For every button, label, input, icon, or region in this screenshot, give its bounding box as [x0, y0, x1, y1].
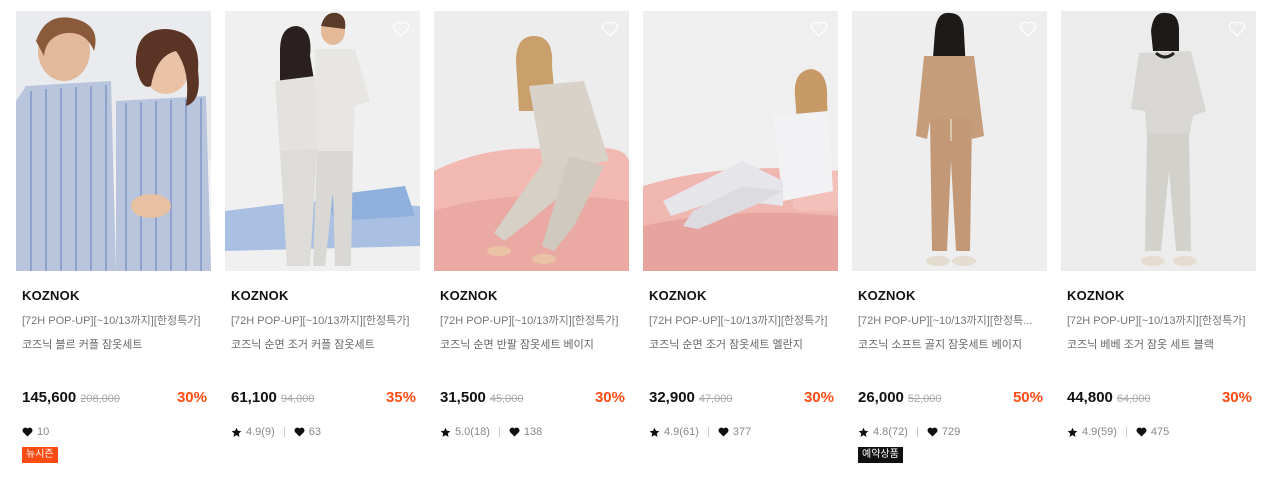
wishlist-heart-icon[interactable] — [1019, 21, 1037, 37]
product-meta: 4.9(59) 475 — [1067, 425, 1169, 439]
product-name[interactable]: 코즈닉 베베 조거 잠옷 세트 블랙 — [1067, 336, 1253, 352]
like-count: 377 — [732, 426, 752, 438]
rating: 5.0(18) — [455, 426, 490, 438]
heart-icon — [927, 427, 938, 437]
sale-price: 31,500 — [440, 389, 486, 406]
product-card[interactable]: KOZNOK [72H POP-UP][~10/13까지][한정특가] 코즈닉 … — [225, 11, 420, 471]
product-meta: 5.0(18) 138 — [440, 425, 542, 439]
wishlist-heart-icon[interactable] — [1228, 21, 1246, 37]
like-count: 475 — [1150, 426, 1170, 438]
product-card[interactable]: KOZNOK [72H POP-UP][~10/13까지][한정특가] 코즈닉 … — [434, 11, 629, 471]
star-icon — [440, 427, 451, 437]
rating: 4.9(59) — [1082, 426, 1117, 438]
discount-rate: 35% — [385, 389, 416, 406]
promo-tag: [72H POP-UP][~10/13까지][한정특가] — [1067, 315, 1246, 327]
promo-tag: [72H POP-UP][~10/13까지][한정특가] — [22, 315, 201, 327]
original-price: 47,000 — [698, 393, 733, 405]
price-row: 26,000 52,000 50% — [858, 389, 1043, 407]
heart-icon — [509, 427, 520, 437]
product-image[interactable] — [643, 11, 838, 271]
star-icon — [1067, 427, 1078, 437]
product-card[interactable]: KOZNOK [72H POP-UP][~10/13까지][한정특가] 코즈닉 … — [1061, 11, 1256, 471]
wishlist-heart-icon[interactable] — [601, 21, 619, 37]
discount-rate: 30% — [176, 389, 207, 406]
product-name[interactable]: 코즈닉 순면 조거 커플 잠옷세트 — [231, 336, 417, 352]
product-meta: 10 — [22, 425, 49, 439]
rating: 4.9(61) — [664, 426, 699, 438]
rating: 4.9(9) — [246, 426, 275, 438]
sale-price: 26,000 — [858, 389, 904, 406]
rating: 4.8(72) — [873, 426, 908, 438]
sale-price: 44,800 — [1067, 389, 1113, 406]
price-row: 32,900 47,000 30% — [649, 389, 834, 407]
like-count: 10 — [37, 426, 50, 438]
discount-rate: 50% — [1012, 389, 1043, 406]
promo-tag: [72H POP-UP][~10/13까지][한정특가] — [440, 315, 619, 327]
star-icon — [649, 427, 660, 437]
promo-tag: [72H POP-UP][~10/13까지][한정특가] — [649, 315, 828, 327]
brand-name[interactable]: KOZNOK — [858, 288, 916, 303]
heart-icon — [718, 427, 729, 437]
original-price: 64,000 — [1116, 393, 1151, 405]
like-count: 138 — [523, 426, 543, 438]
promo-tag: [72H POP-UP][~10/13까지][한정특가] — [231, 315, 410, 327]
brand-name[interactable]: KOZNOK — [22, 288, 80, 303]
product-name[interactable]: 코즈닉 순면 반팔 잠옷세트 베이지 — [440, 336, 626, 352]
product-meta: 4.9(9) 63 — [231, 425, 321, 439]
original-price: 52,000 — [907, 393, 942, 405]
like-count: 63 — [308, 426, 321, 438]
product-name[interactable]: 코즈닉 순면 조거 잠옷세트 멜란지 — [649, 336, 835, 352]
product-image[interactable] — [434, 11, 629, 271]
discount-rate: 30% — [594, 389, 625, 406]
brand-name[interactable]: KOZNOK — [649, 288, 707, 303]
new-season-badge: 뉴시즌 — [22, 447, 58, 463]
product-card[interactable]: KOZNOK [72H POP-UP][~10/13까지][한정특가] 코즈닉 … — [643, 11, 838, 471]
brand-name[interactable]: KOZNOK — [231, 288, 289, 303]
price-row: 145,600 208,000 30% — [22, 389, 207, 407]
original-price: 45,000 — [489, 393, 524, 405]
product-meta: 4.9(61) 377 — [649, 425, 751, 439]
brand-name[interactable]: KOZNOK — [440, 288, 498, 303]
product-image[interactable] — [1061, 11, 1256, 271]
original-price: 94,000 — [280, 393, 315, 405]
wishlist-heart-icon[interactable] — [810, 21, 828, 37]
product-card[interactable]: KOZNOK [72H POP-UP][~10/13까지][한정특가] 코즈닉 … — [16, 11, 211, 471]
discount-rate: 30% — [803, 389, 834, 406]
price-row: 44,800 64,000 30% — [1067, 389, 1252, 407]
product-image[interactable] — [852, 11, 1047, 271]
heart-icon — [1136, 427, 1147, 437]
product-card[interactable]: KOZNOK [72H POP-UP][~10/13까지][한정특... 코즈닉… — [852, 11, 1047, 471]
price-row: 31,500 45,000 30% — [440, 389, 625, 407]
sale-price: 145,600 — [22, 389, 77, 406]
original-price: 208,000 — [80, 393, 120, 405]
price-row: 61,100 94,000 35% — [231, 389, 416, 407]
product-image[interactable] — [225, 11, 420, 271]
sale-price: 32,900 — [649, 389, 695, 406]
star-icon — [858, 427, 869, 437]
product-meta: 4.8(72) 729 — [858, 425, 960, 439]
heart-icon — [22, 427, 33, 437]
product-name[interactable]: 코즈닉 블르 커플 잠옷세트 — [22, 336, 208, 352]
heart-icon — [294, 427, 305, 437]
preorder-badge: 예약상품 — [858, 447, 903, 463]
product-grid: KOZNOK [72H POP-UP][~10/13까지][한정특가] 코즈닉 … — [0, 0, 1264, 480]
product-name[interactable]: 코즈닉 소프트 골지 잠옷세트 베이지 — [858, 336, 1044, 352]
product-image[interactable] — [16, 11, 211, 271]
like-count: 729 — [941, 426, 961, 438]
star-icon — [231, 427, 242, 437]
discount-rate: 30% — [1221, 389, 1252, 406]
sale-price: 61,100 — [231, 389, 277, 406]
promo-tag: [72H POP-UP][~10/13까지][한정특... — [858, 315, 1033, 327]
wishlist-heart-icon[interactable] — [392, 21, 410, 37]
brand-name[interactable]: KOZNOK — [1067, 288, 1125, 303]
